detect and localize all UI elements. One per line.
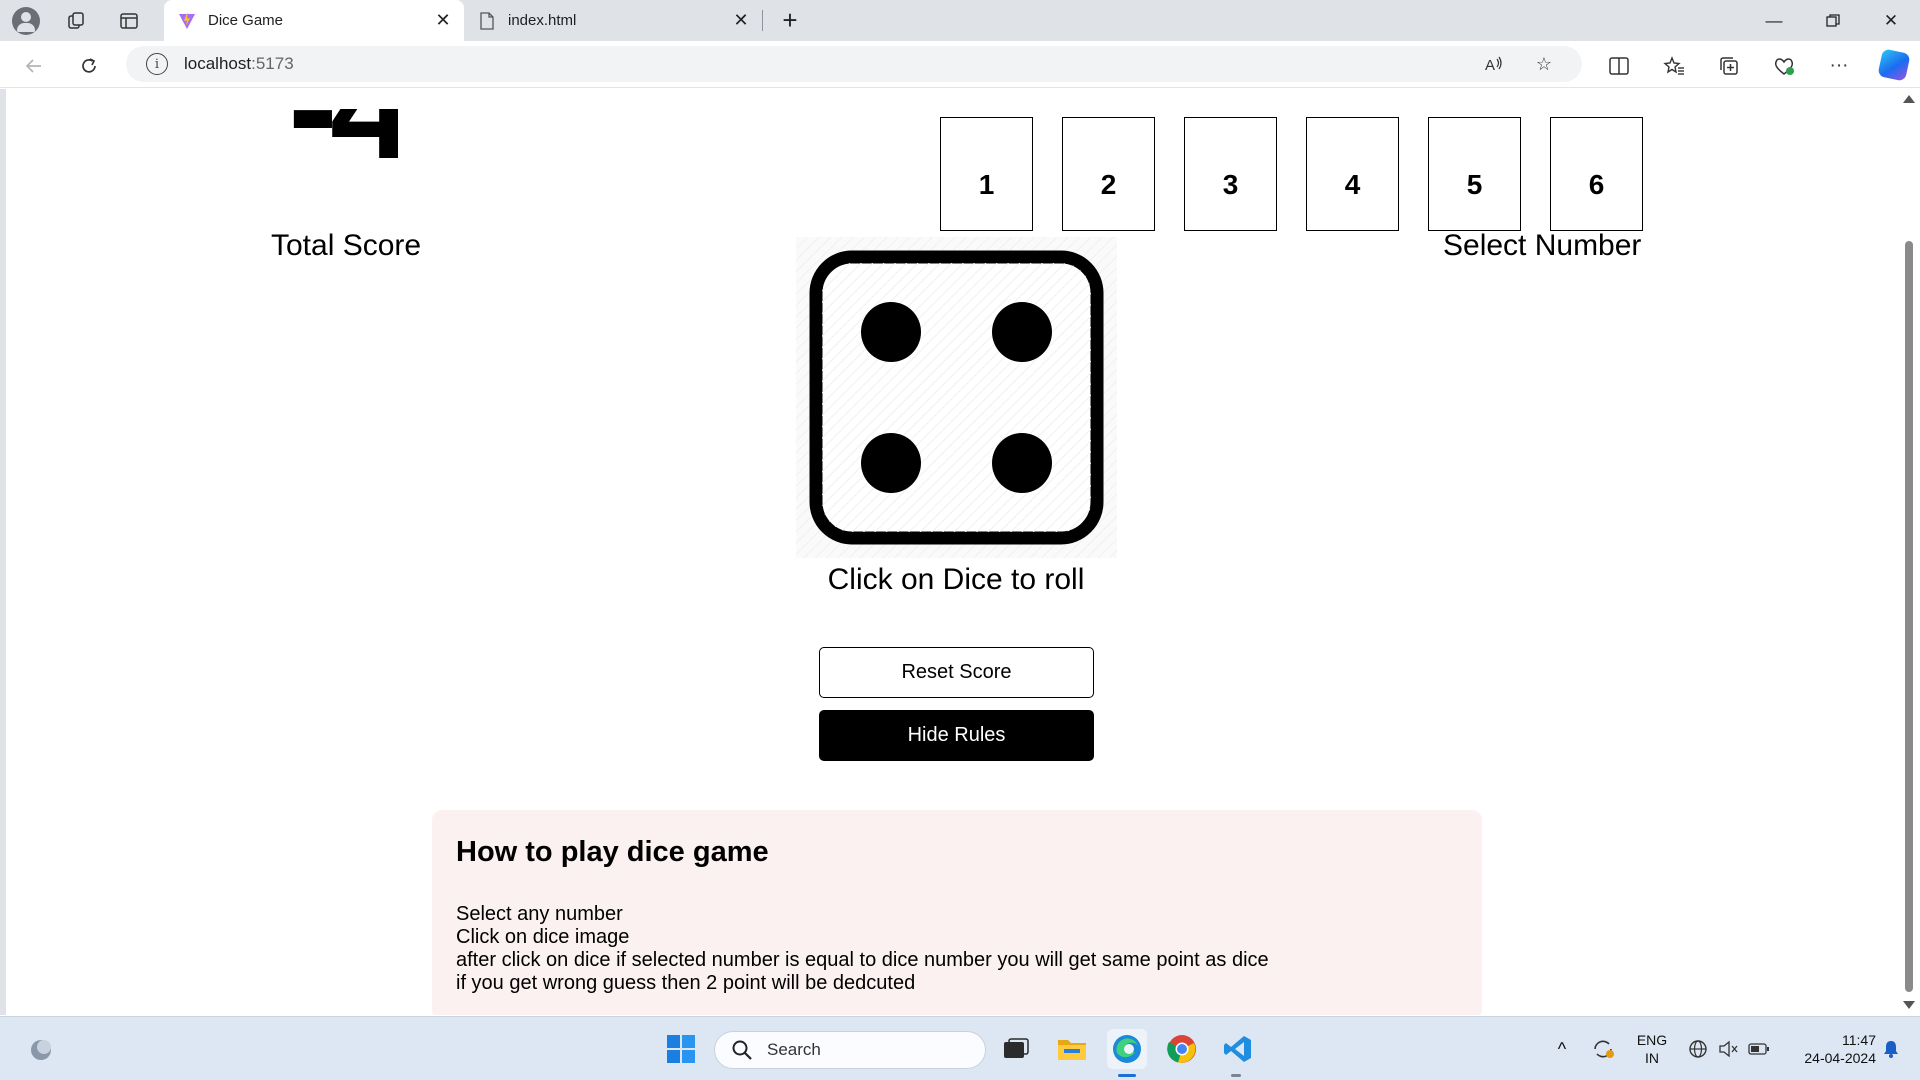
url-host: localhost bbox=[184, 54, 252, 73]
roll-instruction: Click on Dice to roll bbox=[827, 563, 1085, 596]
number-button-4[interactable]: 4 bbox=[1306, 117, 1399, 231]
favorites-icon[interactable] bbox=[1657, 50, 1691, 82]
rules-line: if you get wrong guess then 2 point will… bbox=[456, 972, 916, 994]
tab-dice-game[interactable]: Dice Game ✕ bbox=[164, 0, 464, 41]
show-hidden-icons-chevron-icon[interactable]: ^ bbox=[1548, 1017, 1576, 1080]
collections-icon[interactable] bbox=[1712, 50, 1746, 82]
rules-line: after click on dice if selected number i… bbox=[456, 949, 1269, 971]
rules-panel: How to play dice game Select any number … bbox=[432, 810, 1482, 1015]
number-button-2[interactable]: 2 bbox=[1062, 117, 1155, 231]
number-button-5[interactable]: 5 bbox=[1428, 117, 1521, 231]
number-label: 1 bbox=[978, 169, 995, 200]
clock-date: 24-04-2024 bbox=[1804, 1050, 1876, 1066]
browser-tab-bar: Dice Game ✕ index.html ✕ + — ✕ bbox=[0, 0, 1920, 41]
back-button[interactable] bbox=[18, 50, 50, 82]
page-scrollbar[interactable] bbox=[1898, 89, 1920, 1015]
vertical-tabs-icon[interactable] bbox=[114, 6, 144, 36]
vscode-icon[interactable] bbox=[1218, 1029, 1258, 1069]
number-label: 5 bbox=[1466, 169, 1483, 200]
more-options-icon[interactable]: ··· bbox=[1822, 50, 1856, 82]
number-button-6[interactable]: 6 bbox=[1550, 117, 1643, 231]
start-windows-icon[interactable] bbox=[661, 1029, 701, 1069]
browser-essentials-icon[interactable] bbox=[1767, 50, 1801, 82]
new-tab-button[interactable]: + bbox=[775, 5, 805, 35]
scroll-up-arrow-icon[interactable] bbox=[1903, 95, 1915, 103]
split-screen-icon[interactable] bbox=[1602, 50, 1636, 82]
site-info-icon[interactable]: i bbox=[146, 53, 168, 75]
restore-button[interactable] bbox=[1805, 0, 1861, 41]
region-code: IN bbox=[1645, 1050, 1659, 1066]
scroll-thumb[interactable] bbox=[1905, 241, 1913, 992]
edge-browser-icon[interactable] bbox=[1107, 1029, 1147, 1069]
file-icon bbox=[478, 11, 496, 30]
running-app-indicator bbox=[1231, 1074, 1241, 1077]
url-port: :5173 bbox=[251, 54, 294, 73]
tab-separator bbox=[762, 10, 763, 31]
page-viewport: -4 Total Score 1 2 3 4 5 6 Select Number… bbox=[0, 89, 1920, 1015]
total-score-label: Total Score bbox=[271, 229, 422, 262]
language-code: ENG bbox=[1636, 1032, 1668, 1048]
dice-pip bbox=[992, 302, 1052, 362]
svg-text:A: A bbox=[1485, 57, 1495, 73]
tab-index-html[interactable]: index.html ✕ bbox=[464, 0, 762, 41]
language-indicator[interactable]: ENG IN bbox=[1628, 1017, 1676, 1080]
total-score-value: -4 bbox=[288, 109, 398, 233]
tab-title: Dice Game bbox=[208, 12, 284, 29]
number-button-3[interactable]: 3 bbox=[1184, 117, 1277, 231]
refresh-button[interactable] bbox=[73, 50, 105, 82]
dice-pip bbox=[861, 302, 921, 362]
select-number-label: Select Number bbox=[1443, 229, 1642, 262]
reset-score-button[interactable]: Reset Score bbox=[819, 647, 1094, 698]
task-view-icon[interactable] bbox=[996, 1029, 1036, 1069]
total-score-text: -4 bbox=[288, 109, 398, 181]
read-aloud-icon[interactable]: A bbox=[1478, 48, 1510, 80]
file-explorer-icon[interactable] bbox=[1052, 1029, 1092, 1069]
battery-icon[interactable] bbox=[1744, 1017, 1774, 1080]
number-label: 3 bbox=[1222, 169, 1239, 200]
dice-pip bbox=[861, 433, 921, 493]
rules-title: How to play dice game bbox=[456, 836, 769, 868]
sync-icon[interactable] bbox=[1586, 1017, 1620, 1080]
dice-face-icon bbox=[796, 237, 1117, 558]
number-button-1[interactable]: 1 bbox=[940, 117, 1033, 231]
close-window-button[interactable]: ✕ bbox=[1863, 0, 1919, 41]
windows-taskbar: Search ^ ENG IN 11:47 24-04-2024 bbox=[0, 1016, 1920, 1080]
notification-bell-icon[interactable] bbox=[1876, 1017, 1906, 1080]
search-icon bbox=[732, 1040, 752, 1060]
hide-rules-button[interactable]: Hide Rules bbox=[819, 710, 1094, 761]
vite-icon bbox=[178, 12, 196, 30]
rules-line: Click on dice image bbox=[456, 926, 630, 948]
workspaces-icon[interactable] bbox=[62, 6, 92, 36]
clock[interactable]: 11:47 24-04-2024 bbox=[1780, 1017, 1876, 1080]
network-globe-icon[interactable] bbox=[1684, 1017, 1712, 1080]
favorite-star-icon[interactable]: ☆ bbox=[1528, 48, 1560, 80]
minimize-button[interactable]: — bbox=[1746, 0, 1802, 41]
address-bar-row: i localhost:5173 A ☆ ··· bbox=[0, 41, 1920, 88]
close-tab-icon[interactable]: ✕ bbox=[430, 8, 456, 34]
active-app-indicator bbox=[1118, 1074, 1136, 1077]
profile-avatar-icon[interactable] bbox=[12, 7, 40, 35]
widgets-icon[interactable] bbox=[21, 1029, 61, 1069]
dice-image[interactable] bbox=[796, 237, 1117, 558]
number-label: 4 bbox=[1344, 169, 1361, 200]
volume-muted-icon[interactable] bbox=[1714, 1017, 1742, 1080]
copilot-icon[interactable] bbox=[1877, 48, 1911, 82]
chrome-browser-icon[interactable] bbox=[1162, 1029, 1202, 1069]
taskbar-search[interactable]: Search bbox=[714, 1031, 986, 1069]
scroll-down-arrow-icon[interactable] bbox=[1903, 1001, 1915, 1009]
url-text: localhost:5173 bbox=[184, 54, 294, 74]
close-tab-icon[interactable]: ✕ bbox=[728, 8, 754, 34]
rules-line: Select any number bbox=[456, 903, 623, 925]
tab-title: index.html bbox=[508, 12, 577, 29]
clock-time: 11:47 bbox=[1842, 1032, 1876, 1048]
number-label: 2 bbox=[1100, 169, 1117, 200]
search-placeholder: Search bbox=[767, 1040, 821, 1059]
dice-pip bbox=[992, 433, 1052, 493]
url-bar[interactable]: i localhost:5173 A ☆ bbox=[126, 46, 1582, 82]
number-label: 6 bbox=[1588, 169, 1605, 200]
